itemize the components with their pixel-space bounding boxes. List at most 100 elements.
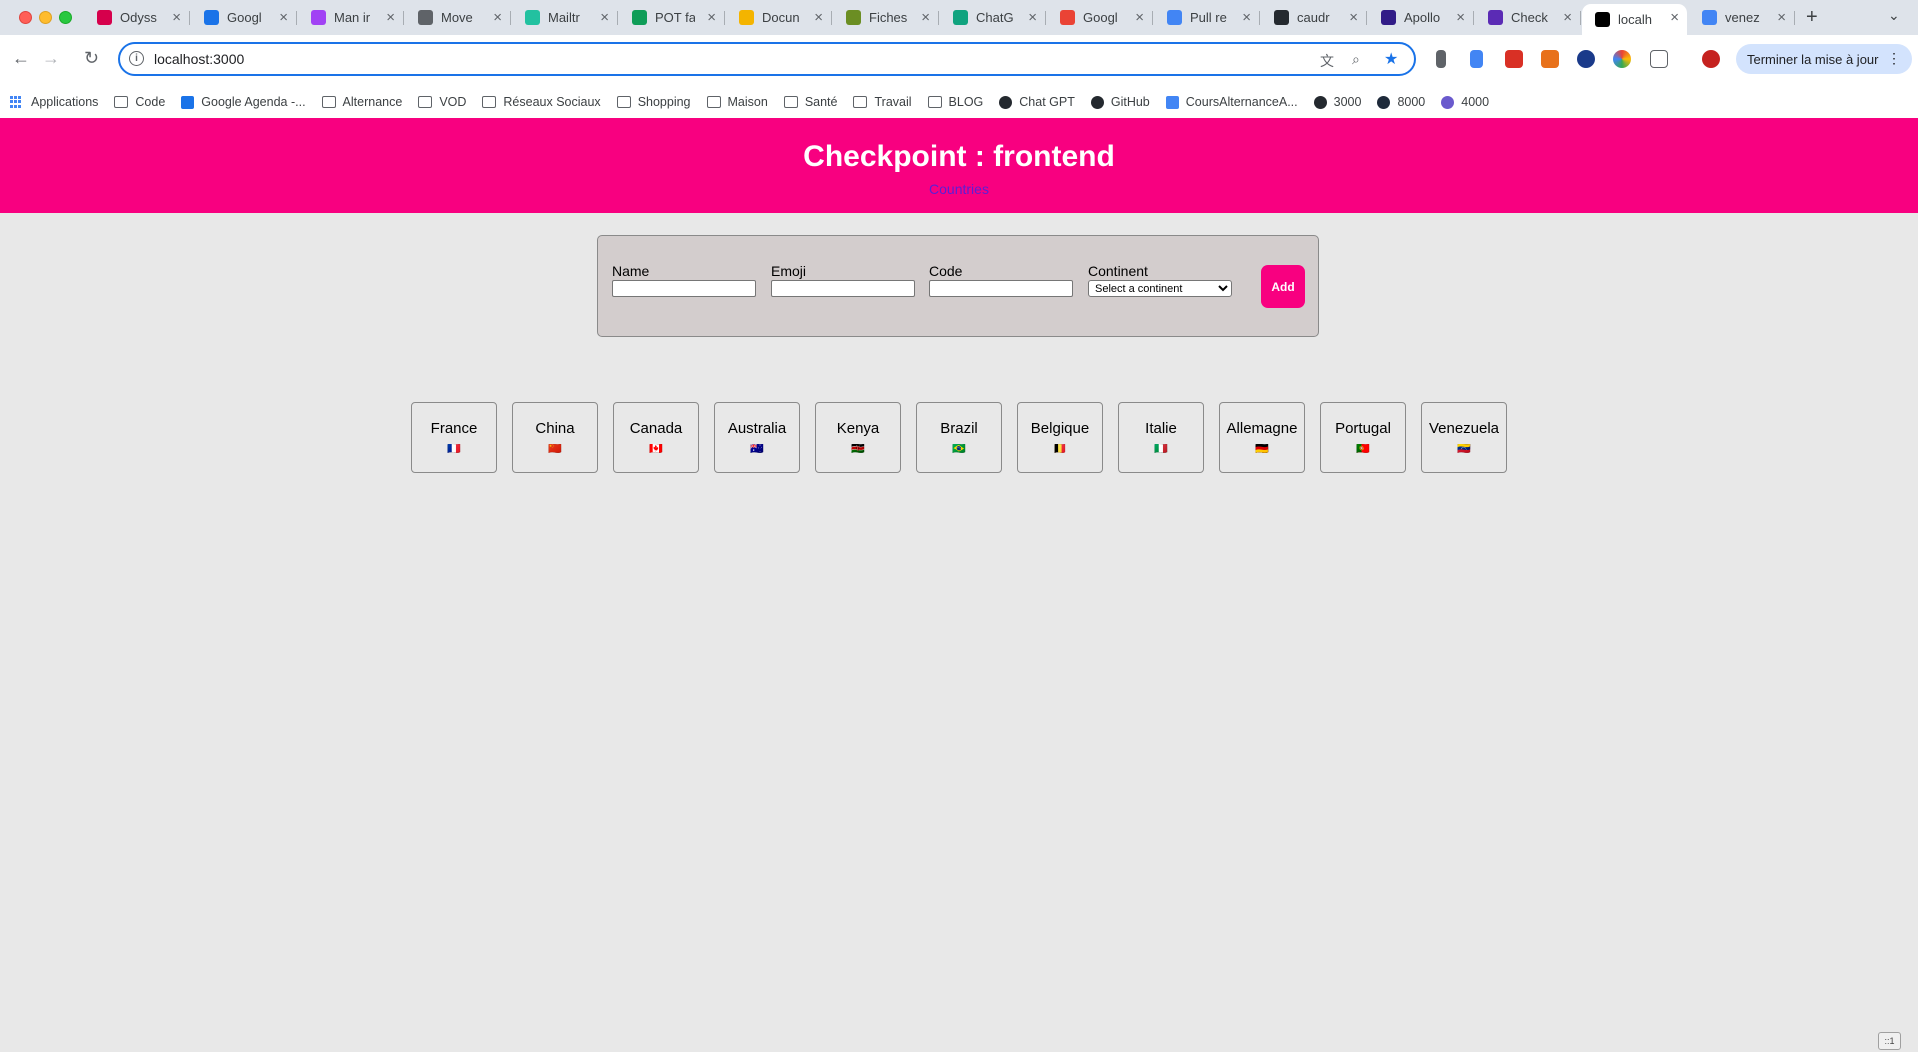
tab-3[interactable]: Move × bbox=[405, 4, 511, 31]
bookmark-item[interactable]: Chat GPT bbox=[999, 95, 1075, 109]
country-card[interactable]: Venezuela 🇻🇪 bbox=[1421, 402, 1507, 473]
bookmark-item[interactable]: Applications bbox=[10, 95, 98, 109]
forward-icon[interactable]: → bbox=[42, 48, 60, 69]
bookmark-star-icon[interactable]: ★ bbox=[1384, 49, 1398, 69]
continent-select[interactable]: Select a continent bbox=[1088, 280, 1232, 297]
tab-12[interactable]: Apollo × bbox=[1368, 4, 1474, 31]
tab-favicon-icon bbox=[1595, 12, 1610, 27]
code-label: Code bbox=[929, 263, 963, 279]
translate-icon[interactable]: 文 bbox=[1320, 51, 1334, 71]
url-text[interactable]: localhost:3000 bbox=[154, 51, 244, 67]
countries-nav-link[interactable]: Countries bbox=[929, 181, 989, 197]
new-tab-button[interactable]: + bbox=[1806, 6, 1818, 29]
bookmark-item[interactable]: Travail bbox=[853, 95, 912, 109]
site-info-icon[interactable]: i bbox=[129, 51, 144, 66]
bookmark-label: Shopping bbox=[637, 95, 691, 109]
country-card[interactable]: China 🇨🇳 bbox=[512, 402, 598, 473]
tab-separator bbox=[1473, 11, 1474, 25]
tab-close-icon[interactable]: × bbox=[1242, 9, 1251, 26]
tab-close-icon[interactable]: × bbox=[707, 9, 716, 26]
extension-6-icon[interactable] bbox=[1613, 50, 1631, 68]
bookmark-item[interactable]: Réseaux Sociaux bbox=[482, 95, 601, 109]
reload-icon[interactable]: ↻ bbox=[84, 48, 99, 69]
tab-2[interactable]: Man ir × bbox=[298, 4, 404, 31]
tab-close-icon[interactable]: × bbox=[814, 9, 823, 26]
tab-favicon-icon bbox=[1702, 10, 1717, 25]
extension-4-icon[interactable] bbox=[1541, 50, 1559, 68]
window-close-button[interactable] bbox=[19, 11, 32, 24]
tab-10[interactable]: Pull re × bbox=[1154, 4, 1260, 31]
tab-close-icon[interactable]: × bbox=[1135, 9, 1144, 26]
extension-1-icon[interactable] bbox=[1436, 50, 1446, 68]
tab-6[interactable]: Docun × bbox=[726, 4, 832, 31]
tab-14[interactable]: localh × bbox=[1582, 4, 1687, 35]
bookmark-item[interactable]: 4000 bbox=[1441, 95, 1489, 109]
bookmark-label: Alternance bbox=[342, 95, 403, 109]
country-card[interactable]: Canada 🇨🇦 bbox=[613, 402, 699, 473]
bookmark-item[interactable]: Shopping bbox=[616, 95, 691, 109]
bookmark-item[interactable]: 3000 bbox=[1313, 95, 1361, 109]
bookmark-item[interactable]: Santé bbox=[783, 95, 837, 109]
bookmark-item[interactable]: Maison bbox=[706, 95, 768, 109]
bookmark-item[interactable]: Google Agenda -... bbox=[181, 95, 306, 109]
tab-11[interactable]: caudr × bbox=[1261, 4, 1367, 31]
bookmark-item[interactable]: 8000 bbox=[1377, 95, 1425, 109]
tab-close-icon[interactable]: × bbox=[493, 9, 502, 26]
extension-5-icon[interactable] bbox=[1577, 50, 1595, 68]
bookmark-item[interactable]: Code bbox=[114, 95, 165, 109]
tab-13[interactable]: Check × bbox=[1475, 4, 1581, 31]
emoji-input[interactable] bbox=[771, 280, 915, 297]
finish-update-button[interactable]: Terminer la mise à jour ⋮ bbox=[1736, 44, 1912, 74]
code-input[interactable] bbox=[929, 280, 1073, 297]
zoom-icon[interactable]: ⌕ bbox=[1352, 51, 1360, 68]
bookmark-item[interactable]: GitHub bbox=[1090, 95, 1150, 109]
bookmark-item[interactable]: BLOG bbox=[927, 95, 983, 109]
tab-close-icon[interactable]: × bbox=[279, 9, 288, 26]
window-maximize-button[interactable] bbox=[59, 11, 72, 24]
country-card[interactable]: Italie 🇮🇹 bbox=[1118, 402, 1204, 473]
tab-close-icon[interactable]: × bbox=[921, 9, 930, 26]
extension-2-icon[interactable] bbox=[1470, 50, 1483, 68]
bookmark-label: Applications bbox=[31, 95, 99, 109]
tab-4[interactable]: Mailtr × bbox=[512, 4, 618, 31]
name-input[interactable] bbox=[612, 280, 756, 297]
country-flag: 🇮🇹 bbox=[1154, 444, 1168, 455]
bookmark-item[interactable]: Alternance bbox=[321, 95, 403, 109]
country-card[interactable]: Portugal 🇵🇹 bbox=[1320, 402, 1406, 473]
add-button[interactable]: Add bbox=[1261, 265, 1305, 308]
country-card[interactable]: Kenya 🇰🇪 bbox=[815, 402, 901, 473]
tab-15[interactable]: venez × bbox=[1689, 4, 1795, 31]
window-minimize-button[interactable] bbox=[39, 11, 52, 24]
tab-close-icon[interactable]: × bbox=[1670, 9, 1679, 26]
country-flag: 🇨🇳 bbox=[548, 444, 562, 455]
tab-close-icon[interactable]: × bbox=[600, 9, 609, 26]
country-card[interactable]: Brazil 🇧🇷 bbox=[916, 402, 1002, 473]
bookmark-item[interactable]: CoursAlternanceA... bbox=[1165, 95, 1298, 109]
country-name: China bbox=[535, 420, 575, 437]
bookmark-item[interactable]: VOD bbox=[418, 95, 466, 109]
tab-close-icon[interactable]: × bbox=[1563, 9, 1572, 26]
country-card[interactable]: Australia 🇦🇺 bbox=[714, 402, 800, 473]
tab-0[interactable]: Odyss × bbox=[84, 4, 190, 31]
tab-8[interactable]: ChatG × bbox=[940, 4, 1046, 31]
tab-close-icon[interactable]: × bbox=[172, 9, 181, 26]
back-icon[interactable]: ← bbox=[12, 48, 30, 69]
tab-1[interactable]: Googl × bbox=[191, 4, 297, 31]
tab-5[interactable]: POT fa × bbox=[619, 4, 725, 31]
tab-search-button[interactable]: ⌄ bbox=[1888, 7, 1900, 24]
tab-close-icon[interactable]: × bbox=[1456, 9, 1465, 26]
country-card[interactable]: Allemagne 🇩🇪 bbox=[1219, 402, 1305, 473]
extension-3-icon[interactable] bbox=[1505, 50, 1523, 68]
tab-close-icon[interactable]: × bbox=[386, 9, 395, 26]
tab-9[interactable]: Googl × bbox=[1047, 4, 1153, 31]
tab-close-icon[interactable]: × bbox=[1349, 9, 1358, 26]
menu-dots-icon[interactable]: ⋮ bbox=[1887, 50, 1901, 67]
extensions-puzzle-icon[interactable] bbox=[1650, 50, 1668, 68]
country-card[interactable]: Belgique 🇧🇪 bbox=[1017, 402, 1103, 473]
tab-close-icon[interactable]: × bbox=[1777, 9, 1786, 26]
country-card[interactable]: France 🇫🇷 bbox=[411, 402, 497, 473]
tab-close-icon[interactable]: × bbox=[1028, 9, 1037, 26]
tab-7[interactable]: Fiches × bbox=[833, 4, 939, 31]
profile-avatar-icon[interactable] bbox=[1702, 50, 1720, 68]
address-bar[interactable]: i localhost:3000 文 ⌕ ★ bbox=[118, 42, 1416, 76]
